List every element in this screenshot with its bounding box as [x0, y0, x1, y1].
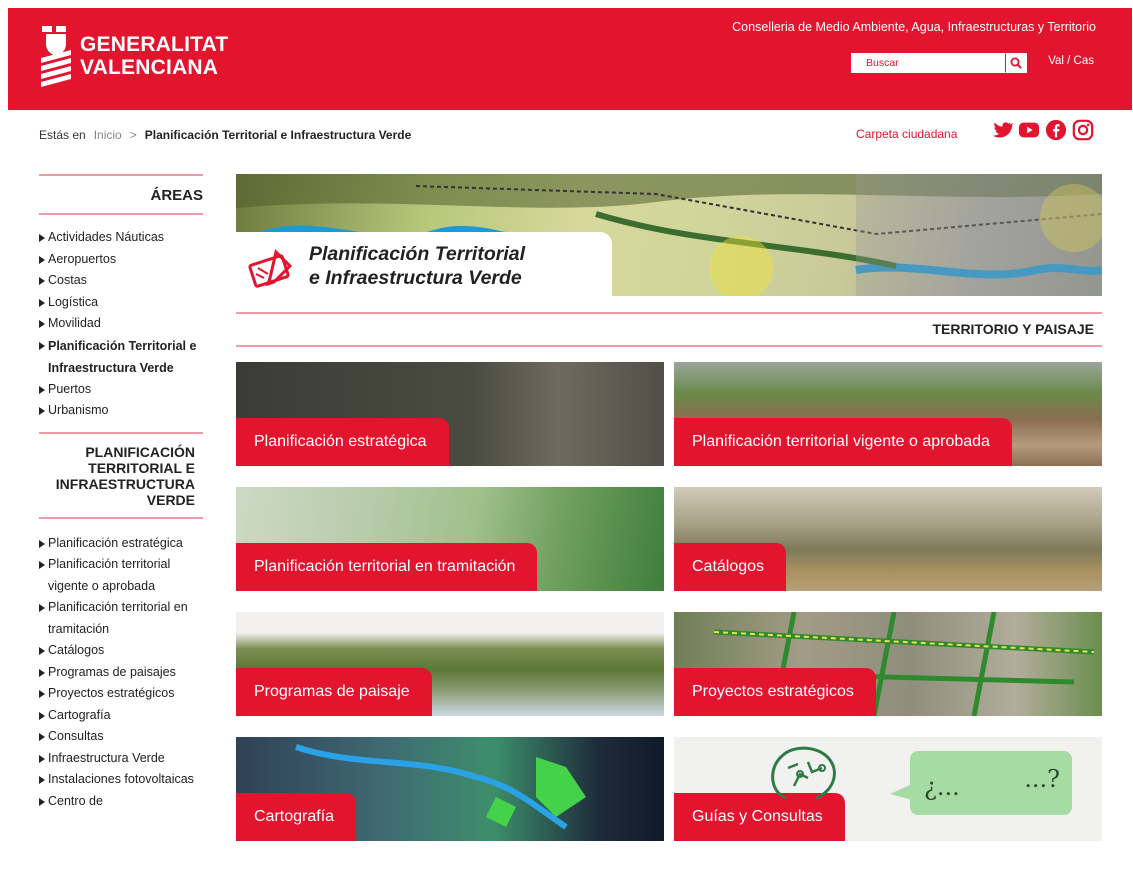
youtube-icon[interactable] [1018, 119, 1040, 141]
breadcrumb-home[interactable]: Inicio [94, 128, 122, 142]
sidebar-item-logistica[interactable]: Logística [39, 292, 203, 314]
sidebar-item-instalaciones-fotovoltaicas[interactable]: Instalaciones fotovoltaicas [39, 769, 203, 791]
card-planificacion-estrategica[interactable]: Planificación estratégica [236, 362, 664, 466]
sidebar-item-proyectos-estrategicos[interactable]: Proyectos estratégicos [39, 683, 203, 705]
sidebar-item-consultas[interactable]: Consultas [39, 726, 203, 748]
card-programas-paisaje[interactable]: Programas de paisaje [236, 612, 664, 716]
sidebar-divider [39, 213, 203, 215]
breadcrumb-prefix: Estás en [39, 128, 86, 142]
sidebar-item-planificacion-tramitacion[interactable]: Planificación territorial en tramitación [39, 597, 203, 640]
sidebar-item-planificacion-vigente[interactable]: Planificación territorial vigente o apro… [39, 554, 203, 597]
language-switch[interactable]: Val / Cas [1048, 55, 1094, 67]
twitter-icon[interactable] [991, 119, 1015, 141]
sidebar-item-puertos[interactable]: Puertos [39, 379, 203, 401]
sidebar-item-catalogos[interactable]: Catálogos [39, 640, 203, 662]
hero-banner: Planificación Territorial e Infraestruct… [236, 174, 1102, 296]
carpeta-ciudadana-link[interactable]: Carpeta ciudadana [856, 127, 957, 141]
sidebar-item-actividades-nauticas[interactable]: Actividades Náuticas [39, 227, 203, 249]
sidebar-item-planificacion-territorial[interactable]: Planificación Territorial e Infraestruct… [39, 335, 203, 379]
card-planificacion-vigente[interactable]: Planificación territorial vigente o apro… [674, 362, 1102, 466]
breadcrumb: Estás en Inicio > Planificación Territor… [39, 128, 411, 142]
sidebar-item-movilidad[interactable]: Movilidad [39, 313, 203, 335]
brain-icon [771, 746, 836, 800]
card-proyectos-estrategicos[interactable]: Proyectos estratégicos [674, 612, 1102, 716]
department-name[interactable]: Conselleria de Medio Ambiente, Agua, Inf… [732, 20, 1096, 34]
bubble-text-right: ...? [1024, 765, 1060, 793]
breadcrumb-separator: > [129, 128, 137, 142]
sidebar-item-centro[interactable]: Centro de [39, 791, 203, 813]
social-links [991, 119, 1094, 141]
card-label: Planificación territorial en tramitación [236, 543, 538, 591]
site-header: GENERALITAT VALENCIANA Conselleria de Me… [8, 8, 1132, 110]
bubble-text-left: ¿... [924, 773, 960, 801]
sidebar-item-aeropuertos[interactable]: Aeropuertos [39, 249, 203, 271]
facebook-icon[interactable] [1045, 119, 1067, 141]
sidebar-item-infraestructura-verde[interactable]: Infraestructura Verde [39, 748, 203, 770]
card-catalogos[interactable]: Catálogos [674, 487, 1102, 591]
banner-title: Planificación Territorial e Infraestruct… [309, 243, 526, 289]
search-icon [1010, 57, 1022, 69]
areas-heading: ÁREAS [150, 187, 203, 204]
sidebar: ÁREAS Actividades Náuticas Aeropuertos C… [39, 174, 203, 812]
search-form [851, 53, 1027, 73]
areas-list: Actividades Náuticas Aeropuertos Costas … [39, 227, 203, 422]
sidebar-item-planificacion-estrategica[interactable]: Planificación estratégica [39, 533, 203, 555]
card-label: Proyectos estratégicos [674, 668, 876, 716]
sidebar-divider [39, 516, 203, 519]
speech-bubble-tail [890, 784, 912, 800]
section-list: Planificación estratégica Planificación … [39, 533, 203, 813]
card-label: Catálogos [674, 543, 787, 591]
card-planificacion-tramitacion[interactable]: Planificación territorial en tramitación [236, 487, 664, 591]
section-divider-top [236, 312, 1102, 314]
coat-of-arms-icon [41, 26, 71, 87]
logo-text: GENERALITAT VALENCIANA [80, 33, 229, 79]
card-label: Planificación territorial vigente o apro… [674, 418, 1012, 466]
card-label: Planificación estratégica [236, 418, 449, 466]
sidebar-item-costas[interactable]: Costas [39, 270, 203, 292]
speech-bubble: ¿... ...? [910, 751, 1072, 815]
map-pencil-icon [248, 249, 293, 288]
sidebar-item-cartografia[interactable]: Cartografía [39, 705, 203, 727]
section-divider-bottom [236, 345, 1102, 347]
instagram-icon[interactable] [1072, 119, 1094, 141]
section-title: TERRITORIO Y PAISAJE [932, 321, 1094, 337]
search-input[interactable] [851, 53, 1005, 73]
banner-title-box: Planificación Territorial e Infraestruct… [236, 232, 612, 296]
card-label: Programas de paisaje [236, 668, 432, 716]
card-label: Cartografía [236, 793, 357, 841]
sidebar-item-programas-paisajes[interactable]: Programas de paisajes [39, 662, 203, 684]
generalitat-logo[interactable]: GENERALITAT VALENCIANA [38, 24, 228, 88]
search-button[interactable] [1005, 53, 1027, 73]
card-cartografia[interactable]: Cartografía [236, 737, 664, 841]
breadcrumb-current: Planificación Territorial e Infraestruct… [144, 128, 412, 142]
section-heading: PLANIFICACIÓN TERRITORIAL E INFRAESTRUCT… [55, 443, 195, 508]
sidebar-item-urbanismo[interactable]: Urbanismo [39, 400, 203, 422]
